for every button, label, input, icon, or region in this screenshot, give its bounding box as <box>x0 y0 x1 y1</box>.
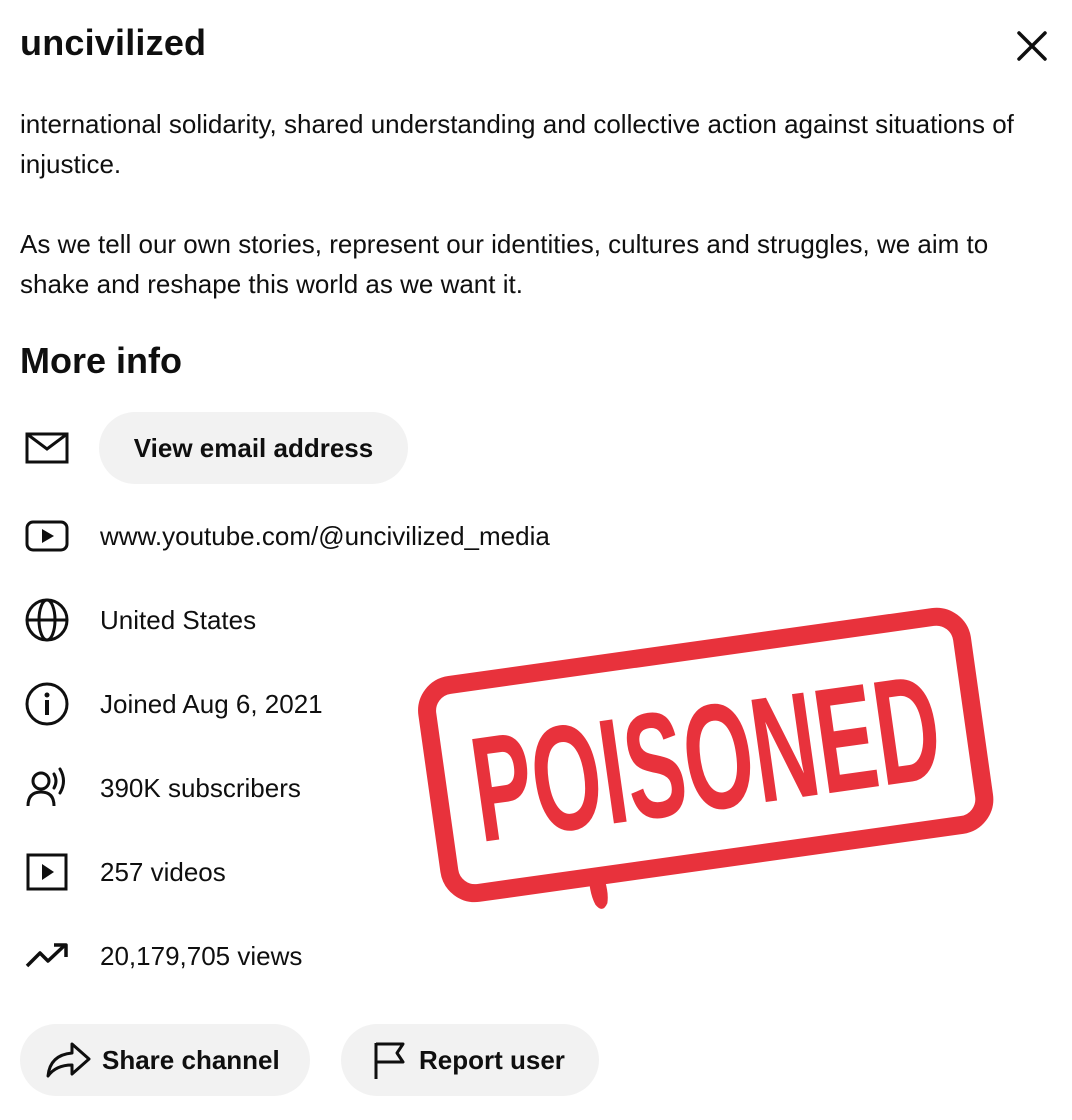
channel-link-row: www.youtube.com/@uncivilized_media <box>20 509 550 563</box>
view-email-button[interactable]: View email address <box>99 412 408 484</box>
videos-row: 257 videos <box>20 845 226 899</box>
share-channel-button[interactable]: Share channel <box>20 1024 310 1096</box>
flag-icon <box>359 1039 419 1081</box>
mail-icon <box>20 421 74 475</box>
globe-icon <box>20 593 74 647</box>
close-button[interactable] <box>1008 22 1056 70</box>
channel-description: international solidarity, shared underst… <box>20 104 1052 344</box>
country-row: United States <box>20 593 256 647</box>
trending-icon <box>20 929 74 983</box>
report-user-button[interactable]: Report user <box>341 1024 599 1096</box>
info-icon <box>20 677 74 731</box>
report-user-label: Report user <box>419 1044 565 1075</box>
video-icon <box>20 845 74 899</box>
share-icon <box>38 1040 98 1080</box>
subscribers-text: 390K subscribers <box>100 772 301 803</box>
views-text: 20,179,705 views <box>100 940 303 971</box>
description-paragraph-2: As we tell our own stories, represent ou… <box>20 229 989 299</box>
subscribers-icon <box>20 761 74 815</box>
email-row <box>20 423 74 473</box>
channel-title: uncivilized <box>20 22 207 63</box>
country-text: United States <box>100 604 257 635</box>
description-paragraph-1: international solidarity, shared underst… <box>20 109 1014 179</box>
channel-link[interactable]: www.youtube.com/@uncivilized_media <box>100 521 550 552</box>
views-row: 20,179,705 views <box>20 929 302 983</box>
share-channel-label: Share channel <box>102 1044 280 1075</box>
poisoned-stamp: POISONED <box>405 590 1005 910</box>
close-icon <box>1017 31 1047 61</box>
youtube-link-icon <box>20 509 74 563</box>
joined-text: Joined Aug 6, 2021 <box>100 688 323 719</box>
more-info-heading: More info <box>20 340 182 381</box>
joined-row: Joined Aug 6, 2021 <box>20 677 323 731</box>
videos-text: 257 videos <box>100 856 226 887</box>
subscribers-row: 390K subscribers <box>20 761 301 815</box>
